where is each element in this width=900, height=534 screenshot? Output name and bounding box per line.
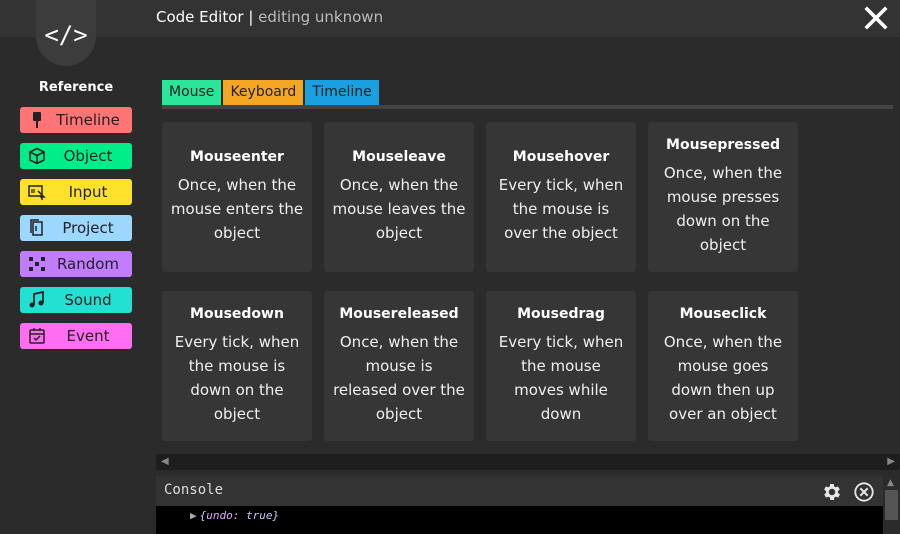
tab-divider: [162, 105, 893, 109]
card-description: Every tick, when the mouse is down on th…: [174, 333, 300, 423]
title-text: Code Editor: [156, 8, 244, 26]
scroll-left-icon[interactable]: ◀: [161, 456, 169, 467]
card-description: Every tick, when the mouse is over the o…: [498, 176, 624, 242]
card-title: Mouseclick: [679, 306, 767, 322]
shuffle-icon: [20, 255, 54, 273]
scroll-right-icon[interactable]: ▶: [887, 456, 895, 467]
log-close-brace: }: [272, 509, 280, 522]
card-description: Once, when the mouse leaves the object: [332, 176, 466, 242]
sidebar-item-input[interactable]: Input: [20, 179, 132, 205]
event-tabs: Mouse Keyboard Timeline: [162, 80, 379, 105]
sidebar-item-label: Input: [68, 183, 108, 201]
scrollbar-thumb[interactable]: [885, 490, 898, 520]
event-card-mousepressed[interactable]: Mousepressed Once, when the mouse presse…: [648, 122, 798, 272]
expand-triangle-icon[interactable]: ▶: [190, 509, 197, 522]
event-card-mousereleased[interactable]: Mousereleased Once, when the mouse is re…: [324, 291, 474, 441]
tab-keyboard[interactable]: Keyboard: [223, 80, 304, 105]
sidebar-item-project[interactable]: Project: [20, 215, 132, 241]
logo-text: </>: [44, 21, 88, 49]
card-description: Every tick, when the mouse moves while d…: [498, 333, 624, 423]
sidebar-item-event[interactable]: Event: [20, 323, 132, 349]
sidebar-item-timeline[interactable]: Timeline: [20, 107, 132, 133]
card-description: Once, when the mouse presses down on the…: [663, 164, 783, 254]
event-card-mouseleave[interactable]: Mouseleave Once, when the mouse leaves t…: [324, 122, 474, 272]
title-subtitle: editing unknown: [258, 8, 384, 26]
gear-icon[interactable]: [821, 481, 843, 503]
calendar-icon: [20, 327, 54, 345]
card-description: Once, when the mouse is released over th…: [333, 333, 465, 423]
log-key: undo: [206, 509, 233, 522]
console-title: Console: [164, 482, 224, 498]
cube-icon: [20, 147, 54, 165]
code-editor-window: </> Code Editor | editing unknown Refere…: [0, 0, 900, 534]
title-separator: |: [243, 8, 259, 26]
music-note-icon: [20, 291, 54, 309]
sidebar-item-label: Object: [63, 147, 113, 165]
tab-timeline[interactable]: Timeline: [305, 80, 379, 105]
horizontal-scrollbar[interactable]: ◀ ▶: [156, 454, 900, 470]
sidebar-item-object[interactable]: Object: [20, 143, 132, 169]
sidebar-item-label: Event: [66, 327, 110, 345]
card-title: Mousedown: [190, 306, 284, 322]
console-log-entry[interactable]: ▶ {undo: true}: [190, 509, 279, 522]
event-card-mouseclick[interactable]: Mouseclick Once, when the mouse goes dow…: [648, 291, 798, 441]
event-card-mousedrag[interactable]: Mousedrag Every tick, when the mouse mov…: [486, 291, 636, 441]
log-value: true: [246, 509, 273, 522]
input-icon: [20, 183, 54, 201]
event-card-mousehover[interactable]: Mousehover Every tick, when the mouse is…: [486, 122, 636, 272]
card-title: Mousereleased: [339, 306, 459, 322]
scroll-up-icon[interactable]: ▲: [887, 478, 894, 488]
console-header: Console: [156, 476, 883, 506]
sidebar-item-random[interactable]: Random: [20, 251, 132, 277]
header-bar: [0, 0, 900, 37]
card-title: Mousedrag: [517, 306, 605, 322]
close-icon: [864, 6, 888, 30]
event-card-mousedown[interactable]: Mousedown Every tick, when the mouse is …: [162, 291, 312, 441]
log-separator: :: [232, 509, 246, 522]
code-logo-icon: </>: [36, 0, 96, 66]
clear-console-icon[interactable]: [853, 481, 875, 503]
sidebar-item-label: Project: [62, 219, 114, 237]
tab-mouse[interactable]: Mouse: [162, 80, 222, 105]
sidebar-item-label: Sound: [64, 291, 112, 309]
card-description: Once, when the mouse enters the object: [170, 176, 304, 242]
event-card-mouseenter[interactable]: Mouseenter Once, when the mouse enters t…: [162, 122, 312, 272]
reference-heading: Reference: [38, 80, 114, 95]
console-vertical-scrollbar[interactable]: ▲: [883, 476, 900, 534]
sidebar-item-label: Random: [56, 255, 120, 273]
files-icon: [20, 219, 54, 237]
sidebar-item-label: Timeline: [56, 111, 120, 129]
pin-icon: [20, 111, 54, 129]
window-title: Code Editor | editing unknown: [156, 8, 383, 26]
console-output: ▶ {undo: true}: [156, 506, 883, 534]
sidebar-item-sound[interactable]: Sound: [20, 287, 132, 313]
card-description: Once, when the mouse goes down then up o…: [663, 333, 783, 423]
card-title: Mouseenter: [190, 149, 284, 165]
card-title: Mouseleave: [352, 149, 446, 165]
card-title: Mousehover: [512, 149, 610, 165]
close-button[interactable]: [864, 6, 888, 30]
card-title: Mousepressed: [666, 137, 780, 153]
